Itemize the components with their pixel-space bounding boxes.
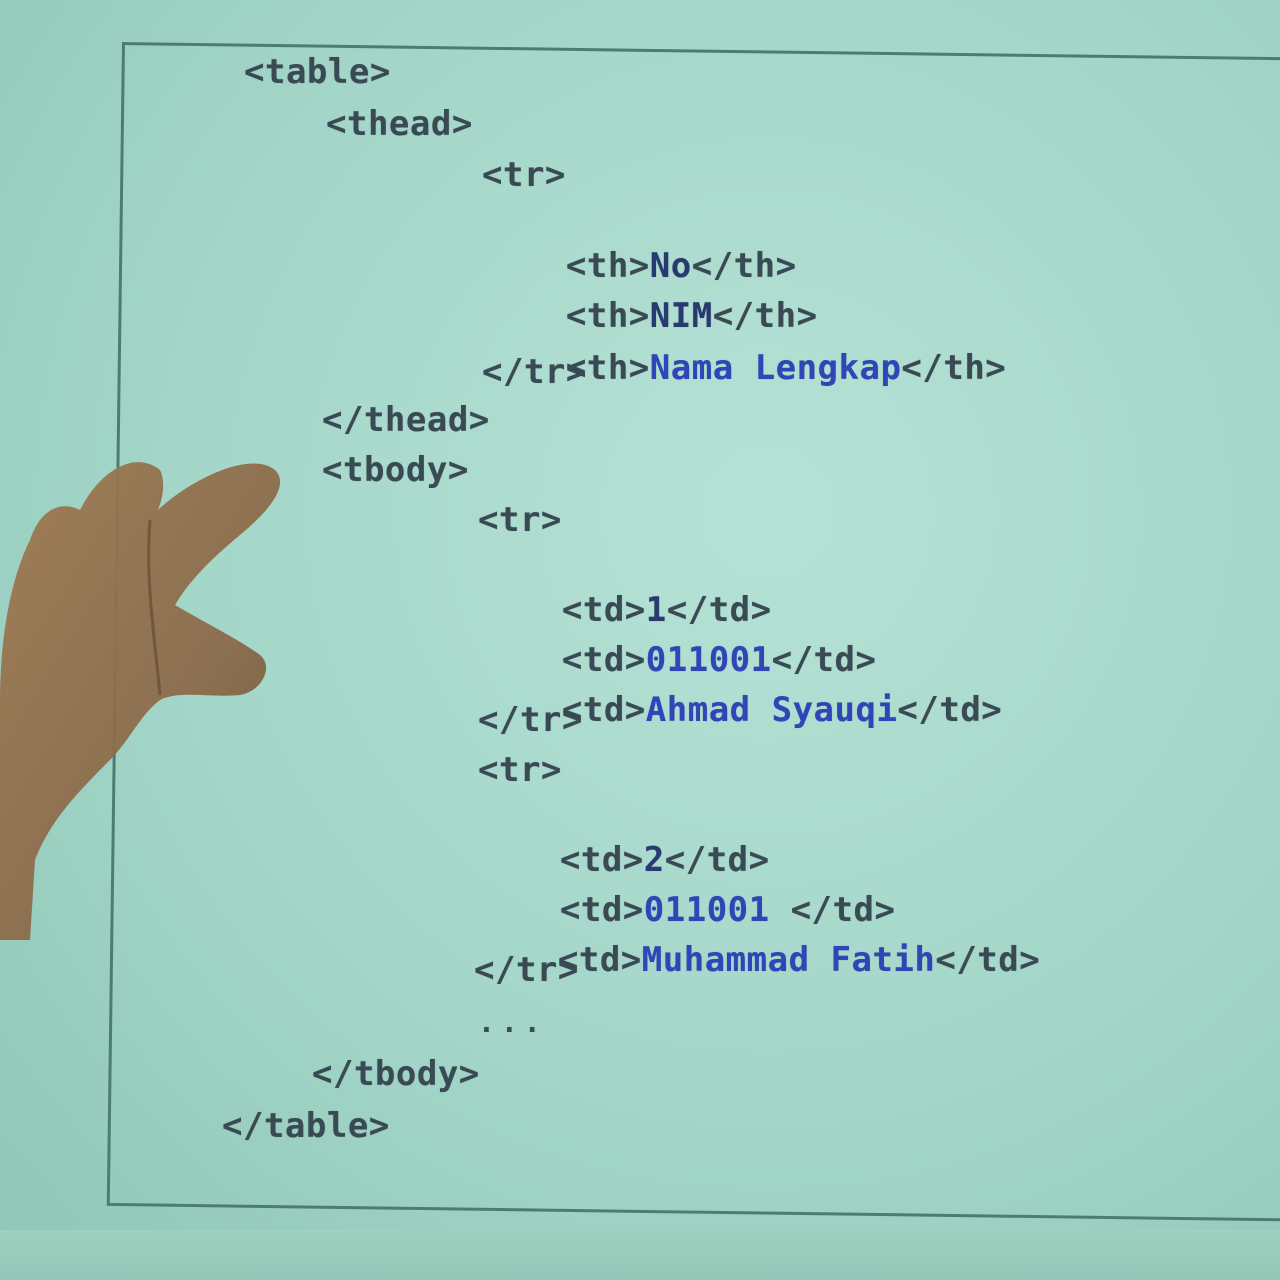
code-line-thead-close: </thead>	[322, 400, 490, 440]
pointing-hand	[0, 462, 281, 940]
projected-slide: <table> <thead> <tr> <th>No</th> <th>NIM…	[0, 0, 1280, 1280]
code-line-table-close: </table>	[222, 1106, 390, 1146]
th-text: Nama Lengkap	[649, 348, 902, 388]
slide-bottom-edge	[0, 1230, 1280, 1280]
code-line-tr-open: <tr>	[478, 750, 562, 790]
td-text: Muhammad Fatih	[641, 940, 936, 980]
code-line-tr-open: <tr>	[482, 155, 566, 195]
code-line-tbody-open: <tbody>	[322, 450, 469, 490]
td-text: Ahmad Syauqi	[645, 690, 898, 730]
td-close-tag: </td>	[897, 690, 1003, 730]
code-line-tr-close: </tr>	[474, 950, 579, 990]
code-line-tr-close: </tr>	[482, 352, 587, 392]
code-line-table-open: <table>	[244, 52, 391, 92]
code-line-ellipsis: ...	[478, 1006, 547, 1039]
code-line-tr-open: <tr>	[478, 500, 562, 540]
hand-shape	[0, 462, 281, 940]
code-line-tbody-close: </tbody>	[312, 1054, 480, 1094]
code-line-thead-open: <thead>	[326, 104, 473, 144]
code-line-tr-close: </tr>	[478, 700, 583, 740]
td-close-tag: </td>	[935, 940, 1041, 980]
th-close-tag: </th>	[901, 348, 1007, 388]
